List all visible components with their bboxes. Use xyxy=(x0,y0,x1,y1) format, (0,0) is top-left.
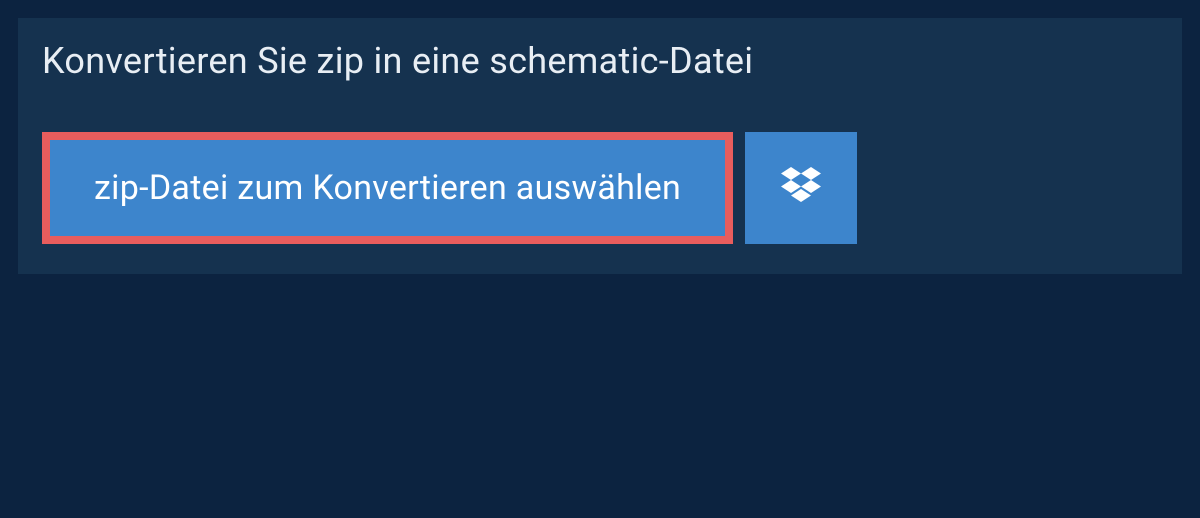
page-title: Konvertieren Sie zip in eine schematic-D… xyxy=(42,40,753,82)
title-bar: Konvertieren Sie zip in eine schematic-D… xyxy=(18,18,777,104)
dropbox-icon xyxy=(781,167,821,209)
select-file-button[interactable]: zip-Datei zum Konvertieren auswählen xyxy=(42,132,733,244)
button-row: zip-Datei zum Konvertieren auswählen xyxy=(18,104,1182,244)
select-file-button-label: zip-Datei zum Konvertieren auswählen xyxy=(94,168,681,208)
converter-panel: Konvertieren Sie zip in eine schematic-D… xyxy=(18,18,1182,274)
dropbox-button[interactable] xyxy=(745,132,857,244)
